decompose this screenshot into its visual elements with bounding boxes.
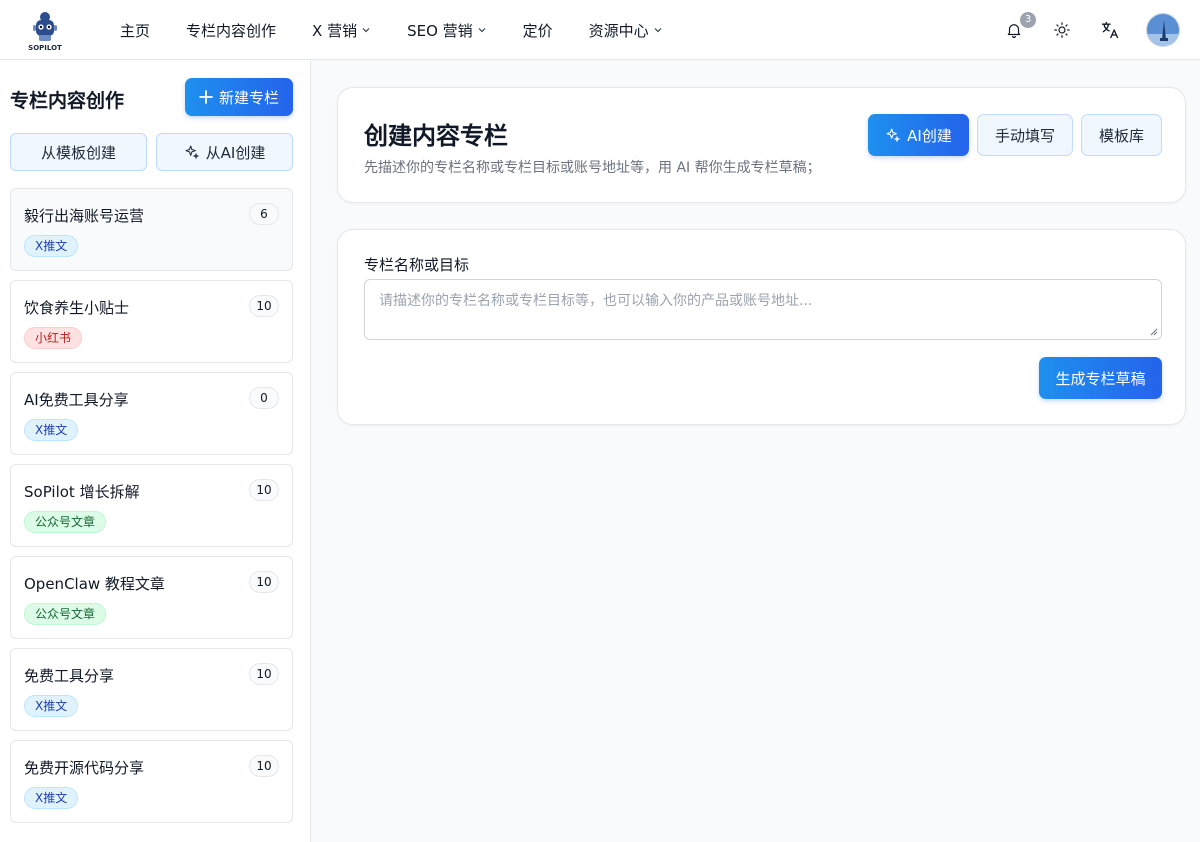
sparkles-icon [886,128,901,143]
column-name: 免费开源代码分享 [24,759,145,777]
sopilot-logo[interactable]: SOPILOT [24,8,66,52]
platform-tag: 公众号文章 [24,511,107,533]
column-count-badge: 0 [249,387,279,409]
header-actions: 3 [1002,0,1180,60]
textarea-placeholder: 请描述你的专栏名称或专栏目标等，也可以输入你的产品或账号地址... [379,293,813,309]
column-count-badge: 10 [249,755,279,777]
plus-icon [199,90,213,104]
template-library-label: 模板库 [1098,126,1144,145]
nav-seo-marketing-label: SEO 营销 [407,21,473,40]
platform-tag: X推文 [24,787,79,809]
column-name: AI免费工具分享 [24,391,129,409]
generate-draft-button[interactable]: 生成专栏草稿 [1039,357,1162,399]
logo-text: SOPILOT [28,44,62,52]
page-subtitle: 先描述你的专栏名称或专栏目标或账号地址等，用 AI 帮你生成专栏草稿； [364,160,821,176]
create-from-ai-button[interactable]: 从AI创建 [156,133,293,171]
create-from-template-button[interactable]: 从模板创建 [10,133,147,171]
column-card[interactable]: 毅行出海账号运营 6 X推文 [10,188,293,271]
column-name: 饮食养生小贴士 [24,299,130,317]
platform-tag: X推文 [24,695,79,717]
column-goal-textarea[interactable]: 请描述你的专栏名称或专栏目标等，也可以输入你的产品或账号地址... [364,279,1162,340]
translate-icon [1101,21,1119,39]
sparkles-icon [185,145,200,160]
nav-resources-label: 资源中心 [588,21,649,40]
resize-handle-icon[interactable] [1150,328,1158,336]
column-count-badge: 10 [249,663,279,685]
nav-resources[interactable]: 资源中心 [571,20,681,41]
platform-tag: 公众号文章 [24,603,107,625]
theme-toggle-button[interactable] [1050,18,1074,42]
column-form-card: 专栏名称或目标 请描述你的专栏名称或专栏目标等，也可以输入你的产品或账号地址..… [337,229,1186,425]
column-name: 免费工具分享 [24,667,115,685]
notifications-button[interactable]: 3 [1002,12,1036,42]
column-count-badge: 10 [249,295,279,317]
column-count-badge: 10 [249,571,279,593]
create-from-ai-label: 从AI创建 [205,143,266,162]
column-card[interactable]: AI免费工具分享 0 X推文 [10,372,293,455]
create-column-header-card: 创建内容专栏 先描述你的专栏名称或专栏目标或账号地址等，用 AI 帮你生成专栏草… [337,87,1186,203]
column-card[interactable]: 免费工具分享 10 X推文 [10,648,293,731]
language-button[interactable] [1098,18,1122,42]
notification-badge: 3 [1020,12,1036,28]
column-name: OpenClaw 教程文章 [24,575,165,593]
sidebar: 专栏内容创作 新建专栏 从模板创建 从AI创建 毅行出海账号运营 6 X推文 饮… [0,60,311,842]
column-card[interactable]: SoPilot 增长拆解 10 公众号文章 [10,464,293,547]
chevron-down-icon [362,28,370,33]
sidebar-title: 专栏内容创作 [10,90,125,112]
manual-fill-button[interactable]: 手动填写 [977,114,1073,156]
ai-create-label: AI创建 [907,126,952,145]
column-card[interactable]: 免费开源代码分享 10 X推文 [10,740,293,823]
nav-pricing[interactable]: 定价 [505,20,571,41]
column-name: 毅行出海账号运营 [24,207,145,225]
column-card[interactable]: 饮食养生小贴士 10 小红书 [10,280,293,363]
chevron-down-icon [478,28,486,33]
user-avatar[interactable] [1146,13,1180,47]
nav-home[interactable]: 主页 [102,20,168,41]
column-list: 毅行出海账号运营 6 X推文 饮食养生小贴士 10 小红书 AI免费工具分享 0… [10,188,293,832]
new-column-label: 新建专栏 [218,88,279,107]
nav-x-marketing[interactable]: X 营销 [294,20,389,41]
chevron-down-icon [654,28,662,33]
nav-seo-marketing[interactable]: SEO 营销 [389,20,505,41]
new-column-button[interactable]: 新建专栏 [185,78,293,116]
platform-tag: 小红书 [24,327,83,349]
ai-create-button[interactable]: AI创建 [868,114,969,156]
nav-column-creation-label: 专栏内容创作 [186,21,277,40]
nav-x-marketing-label: X 营销 [312,21,358,40]
create-from-template-label: 从模板创建 [40,143,116,162]
template-library-button[interactable]: 模板库 [1081,114,1162,156]
column-count-badge: 6 [249,203,279,225]
nav-home-label: 主页 [120,21,151,40]
column-card[interactable]: OpenClaw 教程文章 10 公众号文章 [10,556,293,639]
sun-icon [1054,22,1070,38]
top-navbar: SOPILOT 主页 专栏内容创作 X 营销 SEO 营销 定价 资源中心 3 [0,0,1200,60]
page-title: 创建内容专栏 [364,122,508,150]
nav-column-creation[interactable]: 专栏内容创作 [168,20,294,41]
manual-fill-label: 手动填写 [994,126,1055,145]
column-name: SoPilot 增长拆解 [24,483,140,501]
platform-tag: X推文 [24,419,79,441]
main-nav: 主页 专栏内容创作 X 营销 SEO 营销 定价 资源中心 [102,0,681,60]
platform-tag: X推文 [24,235,79,257]
column-count-badge: 10 [249,479,279,501]
generate-draft-label: 生成专栏草稿 [1055,369,1146,388]
column-goal-label: 专栏名称或目标 [364,256,470,274]
nav-pricing-label: 定价 [522,21,553,40]
